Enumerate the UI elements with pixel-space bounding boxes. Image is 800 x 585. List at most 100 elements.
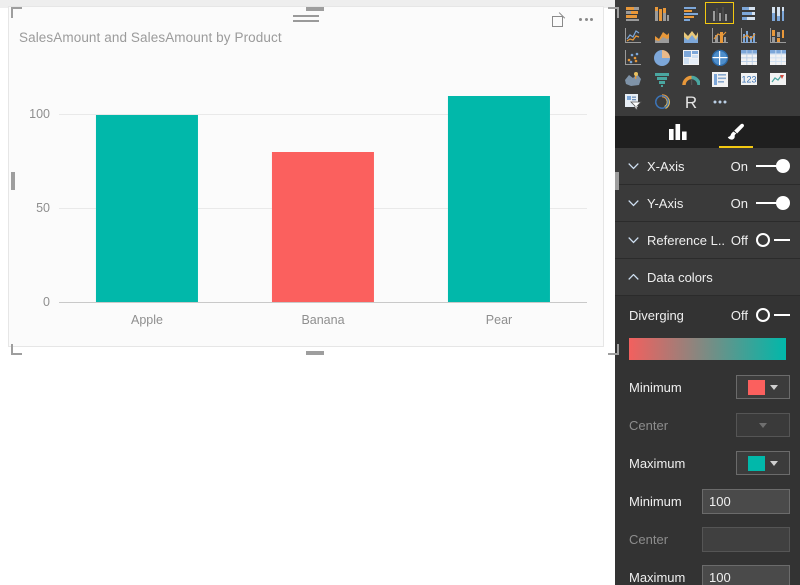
chevron-down-icon: [770, 384, 778, 390]
line-and-stacked-column-chart-icon[interactable]: [705, 24, 734, 46]
stacked-column-chart-icon[interactable]: [647, 2, 676, 24]
table-icon: [769, 49, 786, 65]
matrix-icon[interactable]: [734, 46, 763, 68]
plot-inner: 0 50 100 Apple Banana Pear: [29, 77, 587, 327]
maximum-color-label: Maximum: [629, 455, 686, 471]
clustered-column-chart-icon[interactable]: [705, 2, 734, 24]
x-axis-line: [59, 302, 587, 303]
diverging-label: Diverging: [629, 307, 684, 323]
section-state: On: [730, 158, 748, 174]
diverging-toggle[interactable]: [756, 308, 790, 322]
x-axis-category-label: Banana: [301, 313, 345, 327]
focus-mode-icon[interactable]: [552, 12, 567, 27]
resize-handle-bottom-middle[interactable]: [306, 351, 324, 355]
map-icon[interactable]: [705, 46, 734, 68]
slicer-icon: [624, 93, 642, 110]
tab-fields[interactable]: [665, 116, 692, 148]
row-minimum-color: Minimum: [615, 368, 800, 406]
plot-area: 0 50 100 Apple Banana Pear: [19, 59, 595, 338]
row-center-color: Center: [615, 406, 800, 444]
area-chart-icon[interactable]: [647, 24, 676, 46]
maximum-value-input[interactable]: [702, 564, 790, 585]
funnel-icon[interactable]: [647, 68, 676, 90]
stacked-column-chart-icon: [654, 6, 669, 21]
section-y-axis[interactable]: Y-Axis On: [615, 185, 800, 221]
r-script-visual-icon[interactable]: R: [676, 90, 705, 112]
y-axis-tick-label: 0: [43, 295, 50, 309]
donut-chart-icon[interactable]: [647, 90, 676, 112]
section-reference-lines[interactable]: Reference L.. Off: [615, 222, 800, 258]
ribbon-chart-icon: [769, 27, 786, 43]
line-chart-icon: [624, 27, 641, 43]
paintbrush-icon: [727, 123, 744, 140]
bar-series: Apple Banana Pear: [59, 77, 587, 327]
reference-lines-toggle[interactable]: [756, 233, 790, 247]
bar[interactable]: [271, 152, 375, 302]
slicer-icon[interactable]: [618, 90, 647, 112]
section-state: On: [730, 195, 748, 211]
minimum-value-input[interactable]: [702, 488, 790, 514]
maximum-value-label: Maximum: [629, 569, 686, 585]
visual-header-icons: [552, 12, 593, 27]
y-axis-toggle[interactable]: [756, 196, 790, 210]
more-visuals-icon: [713, 100, 726, 103]
bar-chart-visual[interactable]: SalesAmount and SalesAmount by Product 0…: [8, 6, 619, 355]
report-canvas[interactable]: SalesAmount and SalesAmount by Product 0…: [0, 0, 619, 585]
bar-chart-icon: [669, 124, 687, 140]
format-sections: X-Axis On Y-Axis On Reference L.. Off Da…: [615, 148, 800, 585]
funnel-icon: [654, 72, 669, 87]
clustered-bar-chart-icon[interactable]: [676, 2, 705, 24]
x-axis-toggle[interactable]: [756, 159, 790, 173]
stacked-area-chart-icon[interactable]: [676, 24, 705, 46]
line-chart-icon[interactable]: [618, 24, 647, 46]
minimum-color-label: Minimum: [629, 379, 682, 395]
visual-title: SalesAmount and SalesAmount by Product: [19, 30, 282, 45]
pane-tabs: [615, 116, 800, 148]
pie-chart-icon: [653, 49, 670, 66]
center-value-label: Center: [629, 531, 669, 547]
power-bi-report-view: SalesAmount and SalesAmount by Product 0…: [0, 0, 800, 585]
filled-map-icon[interactable]: [618, 68, 647, 90]
more-options-icon[interactable]: [579, 12, 593, 27]
line-and-clustered-column-chart-icon[interactable]: [734, 24, 763, 46]
100-stacked-column-chart-icon: [771, 6, 784, 21]
resize-handle-left-middle[interactable]: [11, 172, 15, 190]
100-stacked-column-chart-icon[interactable]: [763, 2, 792, 24]
100-stacked-bar-chart-icon[interactable]: [734, 2, 763, 24]
section-title: Reference L..: [647, 232, 726, 248]
gauge-icon[interactable]: [676, 68, 705, 90]
visualization-type-gallery[interactable]: 123 R: [615, 0, 800, 116]
minimum-value-label: Minimum: [629, 493, 682, 509]
minimum-color-picker[interactable]: [736, 375, 790, 399]
section-x-axis[interactable]: X-Axis On: [615, 148, 800, 184]
resize-handle-bottom-left[interactable]: [11, 344, 22, 355]
chevron-down-icon: [759, 422, 767, 428]
visualizations-pane: 123 R X-Axis On Y-Axis On Reference L.. …: [615, 0, 800, 585]
multi-row-card-icon[interactable]: [705, 68, 734, 90]
more-visuals-icon[interactable]: [705, 90, 734, 112]
scatter-chart-icon[interactable]: [618, 46, 647, 68]
row-center-value: Center: [615, 520, 800, 558]
center-color-picker: [736, 413, 790, 437]
pie-chart-icon[interactable]: [647, 46, 676, 68]
table-icon[interactable]: [763, 46, 792, 68]
center-color-label: Center: [629, 417, 669, 433]
clustered-bar-chart-icon: [683, 6, 698, 21]
bar[interactable]: [447, 95, 551, 302]
card-icon[interactable]: 123: [734, 68, 763, 90]
bar[interactable]: [95, 114, 199, 302]
treemap-icon[interactable]: [676, 46, 705, 68]
tab-format[interactable]: [719, 116, 753, 148]
row-diverging: Diverging Off: [615, 296, 800, 334]
stacked-bar-chart-icon[interactable]: [618, 2, 647, 24]
section-data-colors[interactable]: Data colors: [615, 259, 800, 295]
kpi-icon: [769, 72, 786, 85]
section-title: X-Axis: [647, 158, 685, 174]
ribbon-chart-icon[interactable]: [763, 24, 792, 46]
kpi-icon[interactable]: [763, 68, 792, 90]
drag-handle[interactable]: [293, 15, 319, 23]
maximum-color-picker[interactable]: [736, 451, 790, 475]
gauge-icon: [681, 75, 700, 85]
row-maximum-color: Maximum: [615, 444, 800, 482]
row-maximum-value: Maximum: [615, 558, 800, 585]
